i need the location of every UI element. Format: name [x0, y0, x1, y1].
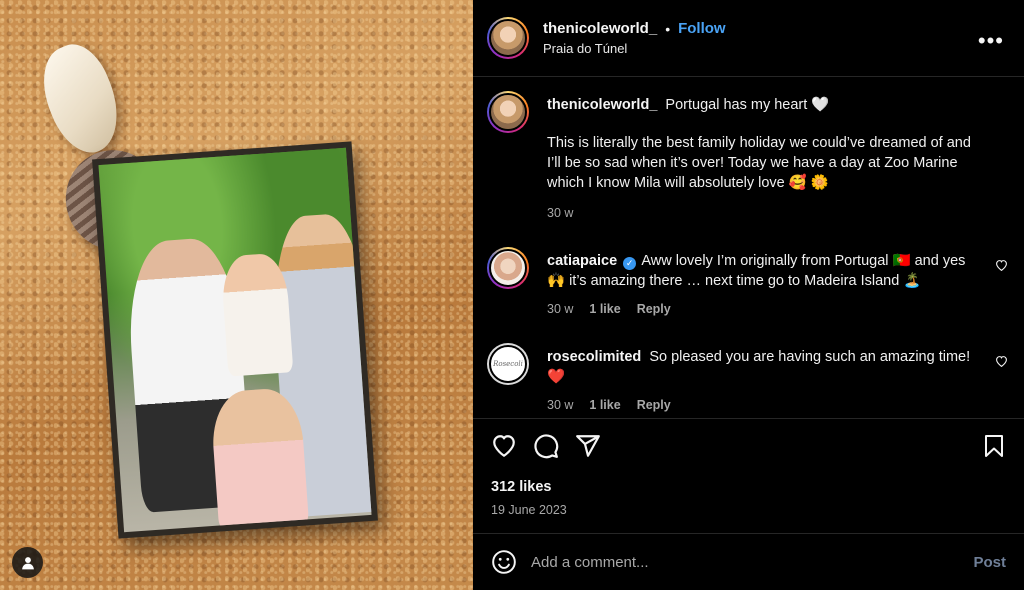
emoji-icon — [492, 550, 516, 574]
caption-avatar[interactable] — [487, 91, 529, 133]
comment-avatar[interactable]: Rosecoli — [487, 343, 529, 385]
post-date[interactable]: 19 June 2023 — [491, 503, 1006, 517]
caption-text: This is literally the best family holida… — [547, 135, 971, 191]
comment-icon — [534, 434, 559, 459]
user-tag-button[interactable] — [12, 547, 43, 578]
emoji-button[interactable] — [491, 549, 517, 575]
comment-item: catiapaice ✓ Aww lovely I’m originally fr… — [487, 247, 1010, 319]
verified-badge-icon: ✓ — [623, 257, 637, 270]
follow-button[interactable]: Follow — [678, 20, 726, 37]
comment-button[interactable] — [533, 433, 559, 459]
comment-avatar-image: Rosecoli — [489, 345, 527, 383]
post-location[interactable]: Praia do Túnel — [543, 41, 726, 56]
author-avatar-image — [489, 19, 527, 57]
separator-dot: • — [665, 20, 671, 37]
caption-avatar-image — [489, 93, 527, 131]
more-icon[interactable]: ••• — [978, 28, 1004, 54]
comment-time[interactable]: 30 w — [547, 299, 573, 319]
share-button[interactable] — [575, 433, 601, 459]
caption-time[interactable]: 30 w — [547, 203, 573, 223]
share-icon — [576, 435, 600, 457]
reply-button[interactable]: Reply — [637, 299, 671, 319]
heart-small-icon — [996, 260, 1007, 272]
comment-avatar-image — [489, 249, 527, 287]
like-button[interactable] — [491, 433, 517, 459]
author-username[interactable]: thenicoleworld_ — [543, 20, 657, 37]
post-photo[interactable] — [0, 0, 473, 590]
comment-like-button[interactable] — [995, 259, 1008, 277]
comment-username[interactable]: catiapaice — [547, 253, 617, 269]
family-photo-content — [98, 147, 372, 533]
post-header: thenicoleworld_ • Follow Praia do Túnel … — [473, 0, 1024, 77]
comment-time[interactable]: 30 w — [547, 395, 573, 415]
comment-likes[interactable]: 1 like — [589, 299, 620, 319]
save-button[interactable] — [982, 433, 1006, 459]
user-tag-icon — [21, 556, 34, 569]
printed-family-photo — [92, 141, 378, 539]
comment-avatar[interactable] — [487, 247, 529, 289]
comment-input[interactable] — [531, 553, 974, 571]
reply-button[interactable]: Reply — [637, 395, 671, 415]
caption: thenicoleworld_ Portugal has my heart 🤍 … — [487, 91, 1010, 223]
comment-composer: Post — [473, 533, 1024, 590]
heart-icon — [493, 435, 515, 457]
comment-likes[interactable]: 1 like — [589, 395, 620, 415]
comment-username[interactable]: rosecolimited — [547, 349, 641, 365]
likes-count[interactable]: 312 likes — [491, 479, 1006, 495]
comment-like-button[interactable] — [995, 355, 1008, 373]
bookmark-icon — [985, 435, 1003, 457]
white-shell — [29, 35, 133, 163]
comments-section[interactable]: thenicoleworld_ Portugal has my heart 🤍 … — [473, 77, 1024, 417]
author-avatar[interactable] — [487, 17, 529, 59]
caption-username[interactable]: thenicoleworld_ — [547, 97, 657, 113]
heart-small-icon — [996, 356, 1007, 368]
comment-item: Rosecoli rosecolimited So pleased you ar… — [487, 343, 1010, 415]
caption-line1: Portugal has my heart 🤍 — [665, 97, 830, 113]
post-actions: 312 likes 19 June 2023 — [473, 418, 1024, 533]
post-button[interactable]: Post — [973, 554, 1006, 571]
post-sidebar: thenicoleworld_ • Follow Praia do Túnel … — [473, 0, 1024, 590]
